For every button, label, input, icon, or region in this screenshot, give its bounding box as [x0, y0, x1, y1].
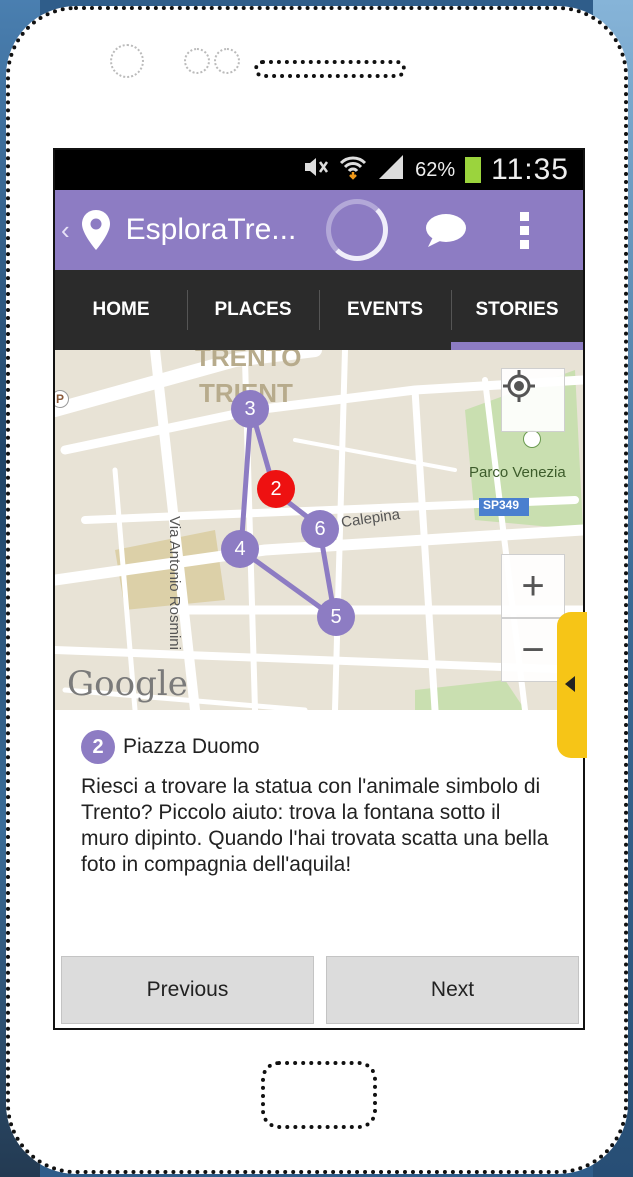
poi-header: 2 Piazza Duomo	[81, 730, 260, 764]
map-label-park: Parco Venezia	[469, 464, 566, 481]
park-poi-icon	[523, 430, 541, 448]
battery-icon	[465, 157, 482, 183]
previous-button[interactable]: Previous	[61, 956, 314, 1024]
chevron-left-icon	[565, 676, 575, 692]
wifi-icon	[339, 154, 367, 186]
chat-icon[interactable]	[424, 211, 468, 249]
tab-home[interactable]: HOME	[55, 270, 187, 350]
phone-screen: 62% 11:35 ‹ EsploraTre... HOME PLACES EV…	[53, 148, 585, 1030]
poi-number-badge: 2	[81, 730, 115, 764]
map-label-trento: TRENTO	[195, 350, 302, 372]
battery-percent: 62%	[415, 158, 456, 181]
overflow-menu-icon[interactable]	[519, 211, 529, 249]
app-title: EsploraTre...	[125, 213, 297, 246]
status-bar: 62% 11:35	[55, 150, 583, 190]
earpiece-speaker	[254, 60, 406, 78]
tab-places[interactable]: PLACES	[187, 270, 319, 350]
zoom-out-button[interactable]: −	[501, 618, 565, 682]
signal-icon	[377, 155, 405, 185]
mute-icon	[303, 156, 329, 184]
action-bar: ‹ EsploraTre...	[55, 190, 583, 270]
sensor-ring	[110, 44, 144, 78]
home-button[interactable]	[261, 1061, 377, 1129]
my-location-icon	[503, 370, 535, 402]
status-clock: 11:35	[491, 153, 569, 186]
front-camera	[184, 48, 210, 74]
my-location-button[interactable]	[501, 368, 565, 432]
route-marker[interactable]: 5	[317, 598, 355, 636]
back-chevron-icon[interactable]: ‹	[61, 215, 70, 246]
route-marker[interactable]: 4	[221, 530, 259, 568]
next-button[interactable]: Next	[326, 956, 579, 1024]
tab-bar: HOME PLACES EVENTS STORIES	[55, 270, 583, 350]
tab-stories[interactable]: STORIES	[451, 270, 583, 350]
poi-description: Riesci a trovare la statua con l'animale…	[81, 775, 549, 876]
poi-title: Piazza Duomo	[123, 735, 260, 758]
route-map[interactable]: TRENTO TRIENT Parco Venezia SP349 Calepi…	[55, 350, 583, 710]
proximity-sensor	[214, 48, 240, 74]
loading-spinner	[325, 199, 388, 261]
pin-icon[interactable]	[80, 208, 112, 252]
tab-events[interactable]: EVENTS	[319, 270, 451, 350]
zoom-in-button[interactable]: +	[501, 554, 565, 618]
map-label-rosmini: Via Antonio Rosmini	[166, 516, 183, 650]
navigation-buttons: Previous Next	[61, 956, 579, 1024]
map-label-shield: SP349	[483, 498, 520, 512]
route-marker[interactable]: 3	[231, 390, 269, 428]
google-logo: Google	[67, 664, 188, 704]
route-marker[interactable]: 6	[301, 510, 339, 548]
side-drawer-handle[interactable]	[557, 612, 587, 758]
route-marker-active[interactable]: 2	[257, 470, 295, 508]
